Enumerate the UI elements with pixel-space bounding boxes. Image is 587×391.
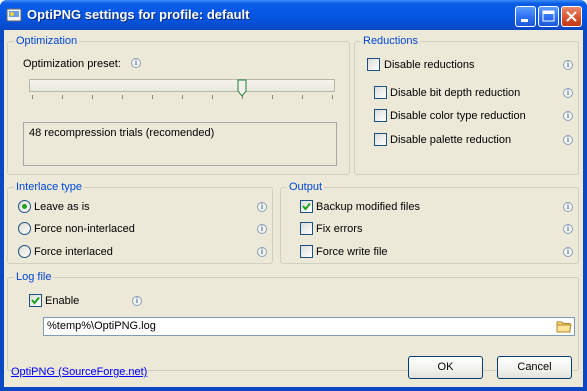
radio-label[interactable]: Force interlaced: [34, 246, 113, 259]
fix-errors-info-icon[interactable]: i: [563, 224, 573, 234]
slider-tick: [152, 95, 153, 99]
checkbox-label[interactable]: Force write file: [316, 246, 388, 259]
checkbox-box[interactable]: [367, 58, 380, 71]
minimize-button[interactable]: [515, 6, 536, 27]
log-path-value[interactable]: %temp%\OptiPNG.log: [47, 320, 156, 333]
dialog-window: OptiPNG settings for profile: default Op…: [0, 0, 587, 391]
slider-tick: [212, 95, 213, 99]
cancel-button[interactable]: Cancel: [497, 356, 572, 379]
ok-button[interactable]: OK: [408, 356, 483, 379]
enable-log-info-icon[interactable]: i: [132, 296, 142, 306]
radio-button[interactable]: [18, 245, 31, 258]
reductions-group-title: Reductions: [361, 35, 421, 47]
checkbox-label[interactable]: Backup modified files: [316, 201, 420, 214]
interlace-info-icon[interactable]: i: [257, 247, 267, 257]
slider-tick: [32, 95, 33, 99]
folder-icon[interactable]: [556, 319, 572, 334]
checkbox-label[interactable]: Disable palette reduction: [390, 134, 511, 147]
title-bar[interactable]: OptiPNG settings for profile: default: [0, 0, 587, 30]
slider-tick: [332, 95, 333, 99]
checkbox-box[interactable]: [300, 222, 313, 235]
checkmark-icon: [302, 202, 311, 211]
interlace-info-icon[interactable]: i: [257, 202, 267, 212]
dialog-body: Optimization Optimization preset: i 48 r…: [4, 30, 583, 387]
window-title: OptiPNG settings for profile: default: [27, 7, 250, 22]
slider-tick: [62, 95, 63, 99]
checkbox-box[interactable]: [300, 200, 313, 213]
log-file-group-title: Log file: [14, 271, 54, 283]
checkbox-box[interactable]: [374, 109, 387, 122]
window-frame-bottom: [0, 387, 587, 391]
interlace-group: Interlace type Leave as is i Force non-int…: [7, 181, 273, 264]
slider-ticks: [29, 95, 335, 99]
preset-info-icon[interactable]: i: [131, 58, 141, 68]
radio-button[interactable]: [18, 222, 31, 235]
slider-tick: [272, 95, 273, 99]
reductions-group: Reductions Disable reductions i Disable …: [354, 35, 579, 175]
radio-selected-dot: [22, 204, 27, 209]
slider-tick: [302, 95, 303, 99]
optimization-group: Optimization Optimization preset: i 48 r…: [7, 35, 350, 175]
log-path-input[interactable]: %temp%\OptiPNG.log: [43, 317, 575, 336]
slider-track: [29, 79, 335, 92]
force-write-info-icon[interactable]: i: [563, 247, 573, 257]
slider-tick: [122, 95, 123, 99]
output-group: Output Backup modified files i Fix error…: [280, 181, 579, 264]
radio-label[interactable]: Force non-interlaced: [34, 223, 135, 236]
preset-label: Optimization preset:: [23, 58, 121, 70]
checkbox-box[interactable]: [300, 245, 313, 258]
minimize-icon: [521, 19, 528, 22]
window-frame-right: [583, 30, 587, 391]
backup-info-icon[interactable]: i: [563, 202, 573, 212]
checkbox-label[interactable]: Disable reductions: [384, 59, 475, 72]
radio-button[interactable]: [18, 200, 31, 213]
preset-description: 48 recompression trials (recomended): [29, 127, 215, 139]
slider-thumb[interactable]: [237, 79, 247, 97]
optimization-group-title: Optimization: [14, 35, 80, 47]
slider-tick: [92, 95, 93, 99]
close-icon: [566, 11, 577, 22]
checkbox-label[interactable]: Enable: [45, 295, 79, 308]
disable-reductions-info-icon[interactable]: i: [563, 60, 573, 70]
interlace-info-icon[interactable]: i: [257, 224, 267, 234]
maximize-icon: [542, 10, 555, 22]
checkmark-icon: [31, 296, 40, 305]
checkbox-label[interactable]: Disable bit depth reduction: [390, 87, 520, 100]
color-type-info-icon[interactable]: i: [563, 111, 573, 121]
radio-label[interactable]: Leave as is: [34, 201, 90, 214]
checkbox-label[interactable]: Fix errors: [316, 223, 362, 236]
interlace-group-title: Interlace type: [14, 181, 85, 193]
preset-slider[interactable]: [29, 79, 337, 101]
slider-thumb-icon: [237, 79, 247, 97]
palette-info-icon[interactable]: i: [563, 135, 573, 145]
log-file-group: Log file Enable i %temp%\OptiPNG.log: [7, 271, 579, 371]
maximize-button[interactable]: [538, 6, 559, 27]
sourceforge-link[interactable]: OptiPNG (SourceForge.net): [11, 366, 147, 378]
close-button[interactable]: [561, 6, 582, 27]
slider-tick: [182, 95, 183, 99]
app-icon: [6, 7, 22, 23]
checkbox-label[interactable]: Disable color type reduction: [390, 110, 526, 123]
checkbox-box[interactable]: [374, 86, 387, 99]
preset-description-box: 48 recompression trials (recomended): [23, 122, 337, 166]
checkbox-box[interactable]: [374, 133, 387, 146]
bit-depth-info-icon[interactable]: i: [563, 88, 573, 98]
output-group-title: Output: [287, 181, 325, 193]
checkbox-box[interactable]: [29, 294, 42, 307]
